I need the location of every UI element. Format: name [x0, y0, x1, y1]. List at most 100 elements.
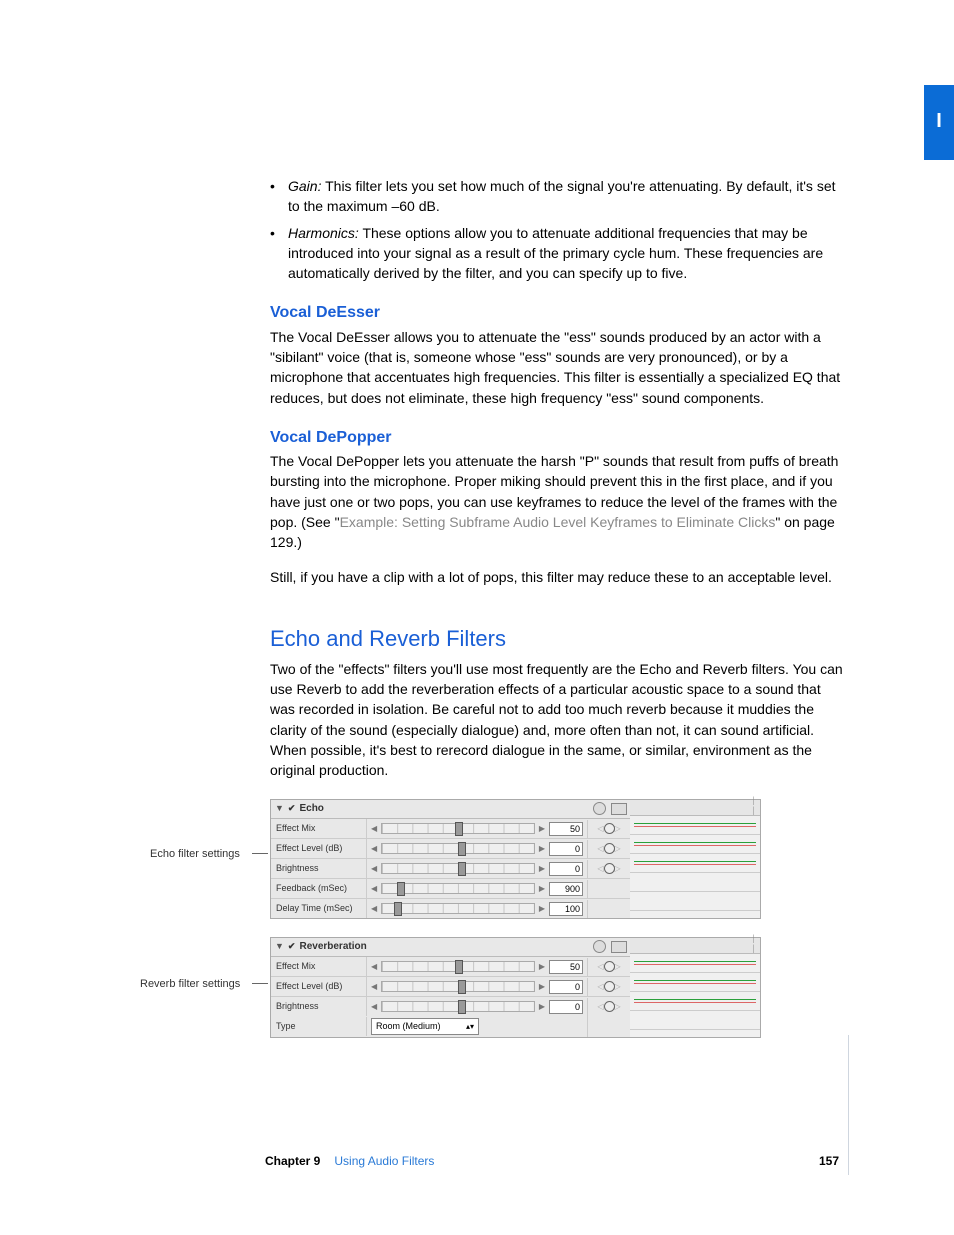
kf-next-icon[interactable]: ▷ — [615, 982, 621, 991]
param-value[interactable]: 0 — [549, 1000, 583, 1014]
slider-dec-icon[interactable]: ◀ — [371, 883, 377, 895]
param-value[interactable]: 0 — [549, 842, 583, 856]
param-slider[interactable] — [381, 981, 535, 992]
kf-next-icon[interactable]: ▷ — [615, 824, 621, 833]
slider-dec-icon[interactable]: ◀ — [371, 1001, 377, 1013]
slider-inc-icon[interactable]: ▶ — [539, 1001, 545, 1013]
para-depopper-2: Still, if you have a clip with a lot of … — [270, 567, 844, 587]
param-value[interactable]: 0 — [549, 862, 583, 876]
text-gain: This filter lets you set how much of the… — [288, 178, 836, 214]
disclosure-icon[interactable]: ▼ — [275, 940, 284, 953]
para-echo-reverb: Two of the "effects" filters you'll use … — [270, 659, 844, 781]
param-row: Effect Mix◀▶50◁▷ — [271, 819, 631, 839]
panel-menu-button[interactable] — [611, 803, 627, 815]
slider-dec-icon[interactable]: ◀ — [371, 843, 377, 855]
figure-echo-label: Echo filter settings — [150, 847, 240, 863]
reverb-panel: ▼ ✔ Reverberation Effect Mix◀▶50◁▷Effect… — [270, 937, 632, 1039]
enable-check-icon[interactable]: ✔ — [288, 940, 296, 953]
param-label: Effect Level (dB) — [271, 839, 367, 858]
keyframe-button[interactable] — [604, 863, 615, 874]
kf-prev-icon[interactable]: ◁ — [597, 982, 603, 991]
enable-check-icon[interactable]: ✔ — [288, 802, 296, 815]
panel-menu-button[interactable] — [611, 941, 627, 953]
slider-dec-icon[interactable]: ◀ — [371, 981, 377, 993]
kf-next-icon[interactable]: ▷ — [615, 864, 621, 873]
param-row: Delay Time (mSec) ◀ ▶ 100 — [271, 899, 631, 918]
echo-panel-title: Echo — [299, 802, 323, 817]
bullet-gain: Gain: This filter lets you set how much … — [270, 176, 844, 217]
disclosure-icon[interactable]: ▼ — [275, 802, 284, 815]
param-slider[interactable] — [381, 823, 535, 834]
param-row: Brightness ◀ ▶ 0 ◁ ▷ — [271, 997, 631, 1016]
timeline-track — [630, 854, 760, 873]
slider-dec-icon[interactable]: ◀ — [371, 823, 377, 835]
keyframe-button[interactable] — [604, 823, 615, 834]
kf-prev-icon[interactable]: ◁ — [597, 824, 603, 833]
reverb-panel-title: Reverberation — [299, 940, 366, 955]
timeline-track — [630, 816, 760, 835]
figure-reverb-label: Reverb filter settings — [140, 977, 240, 993]
param-label: Brightness — [271, 859, 367, 878]
param-label: Brightness — [271, 997, 367, 1016]
param-value[interactable]: 0 — [549, 980, 583, 994]
timeline-track — [630, 873, 760, 892]
kf-prev-icon[interactable]: ◁ — [597, 962, 603, 971]
param-slider[interactable] — [381, 883, 535, 894]
link-subframe-example[interactable]: Example: Setting Subframe Audio Level Ke… — [340, 514, 776, 530]
slider-inc-icon[interactable]: ▶ — [539, 863, 545, 875]
param-slider[interactable] — [381, 863, 535, 874]
reverb-type-dropdown[interactable]: Room (Medium) ▴▾ — [371, 1018, 479, 1035]
bullet-list: Gain: This filter lets you set how much … — [270, 176, 844, 283]
bullet-harmonics: Harmonics: These options allow you to at… — [270, 223, 844, 284]
timeline-marker-icon: ││ — [752, 935, 756, 955]
timeline-track — [630, 892, 760, 911]
slider-inc-icon[interactable]: ▶ — [539, 981, 545, 993]
reverb-timeline: ││ — [630, 937, 761, 1039]
param-label: Effect Level (dB) — [271, 977, 367, 996]
param-value[interactable]: 100 — [549, 902, 583, 916]
slider-dec-icon[interactable]: ◀ — [371, 961, 377, 973]
param-row: Brightness ◀ ▶ 0 ◁ ▷ — [271, 859, 631, 879]
slider-dec-icon[interactable]: ◀ — [371, 903, 377, 915]
param-value[interactable]: 50 — [549, 822, 583, 836]
slider-dec-icon[interactable]: ◀ — [371, 863, 377, 875]
param-slider[interactable] — [381, 843, 535, 854]
keyframe-button[interactable] — [604, 981, 615, 992]
timeline-track — [630, 992, 760, 1011]
param-slider[interactable] — [381, 903, 535, 914]
param-slider[interactable] — [381, 1001, 535, 1012]
param-label: Delay Time (mSec) — [271, 899, 367, 918]
echo-timeline: ││ — [630, 799, 761, 920]
dropdown-arrows-icon: ▴▾ — [466, 1021, 474, 1033]
slider-inc-icon[interactable]: ▶ — [539, 883, 545, 895]
slider-inc-icon[interactable]: ▶ — [539, 903, 545, 915]
keyframe-button[interactable] — [604, 1001, 615, 1012]
timeline-track — [630, 973, 760, 992]
param-slider[interactable] — [381, 961, 535, 972]
kf-next-icon[interactable]: ▷ — [615, 1002, 621, 1011]
kf-next-icon[interactable]: ▷ — [615, 962, 621, 971]
kf-prev-icon[interactable]: ◁ — [597, 864, 603, 873]
para-deesser: The Vocal DeEsser allows you to attenuat… — [270, 327, 844, 408]
keyframe-button[interactable] — [604, 843, 615, 854]
param-label: Feedback (mSec) — [271, 879, 367, 898]
timeline-track — [630, 954, 760, 973]
figure-reverb: Reverb filter settings ▼ ✔ Reverberation… — [270, 937, 844, 1032]
param-value[interactable]: 50 — [549, 960, 583, 974]
kf-prev-icon[interactable]: ◁ — [597, 844, 603, 853]
kf-next-icon[interactable]: ▷ — [615, 844, 621, 853]
panel-reset-button[interactable] — [593, 802, 606, 815]
timeline-track — [630, 1011, 760, 1030]
reverb-type-value: Room (Medium) — [376, 1020, 441, 1033]
slider-inc-icon[interactable]: ▶ — [539, 843, 545, 855]
panel-reset-button[interactable] — [593, 940, 606, 953]
param-value[interactable]: 900 — [549, 882, 583, 896]
param-row: Feedback (mSec) ◀ ▶ 900 — [271, 879, 631, 899]
kf-prev-icon[interactable]: ◁ — [597, 1002, 603, 1011]
slider-inc-icon[interactable]: ▶ — [539, 823, 545, 835]
term-gain: Gain: — [288, 178, 321, 194]
keyframe-button[interactable] — [604, 961, 615, 972]
slider-inc-icon[interactable]: ▶ — [539, 961, 545, 973]
term-harmonics: Harmonics: — [288, 225, 359, 241]
footer-chapter-name: Using Audio Filters — [334, 1153, 434, 1170]
